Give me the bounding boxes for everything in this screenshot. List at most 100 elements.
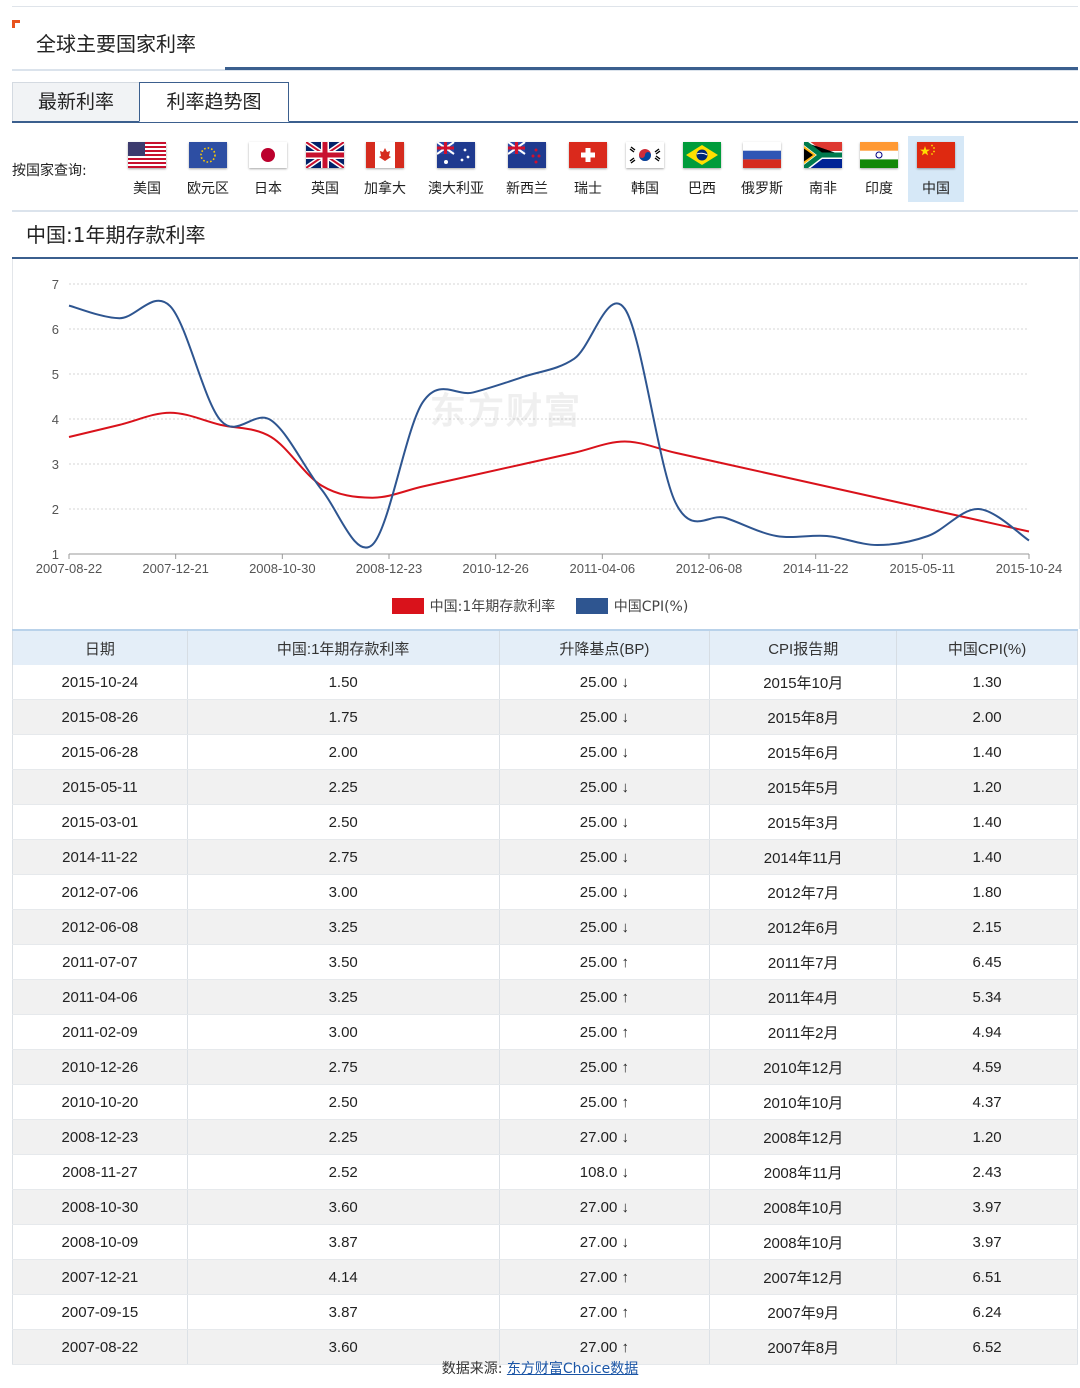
cell-cpi: 3.97 — [896, 1189, 1078, 1225]
cell-cpi: 1.40 — [896, 804, 1078, 840]
table-row: 2008-12-23 2.25 27.00 ↓ 2008年12月 1.20 — [12, 1119, 1078, 1155]
bp-value: 25.00 — [579, 813, 618, 831]
uk-flag-icon — [306, 142, 344, 168]
bp-value: 25.00 — [579, 708, 618, 726]
bp-value: 25.00 — [579, 883, 618, 901]
arrow-down-icon: ↓ — [617, 848, 630, 866]
country-option[interactable]: 欧元区 — [180, 136, 236, 202]
x-tick-label: 2007-12-21 — [142, 561, 209, 576]
bp-value: 25.00 — [579, 743, 618, 761]
arrow-up-icon: ↑ — [617, 1093, 630, 1111]
cell-cpi-period: 2014年11月 — [709, 839, 898, 875]
table-row: 2015-08-26 1.75 25.00 ↓ 2015年8月 2.00 — [12, 699, 1078, 735]
bp-value: 27.00 — [579, 1198, 618, 1216]
cell-bp: 25.00 ↓ — [498, 909, 711, 945]
x-tick-label: 2008-12-23 — [356, 561, 423, 576]
bp-value: 25.00 — [579, 673, 618, 691]
country-option[interactable]: 加拿大 — [357, 136, 413, 202]
country-option[interactable]: 英国 — [297, 136, 353, 202]
cell-cpi: 2.00 — [896, 699, 1078, 735]
table-header-row: 日期 中国:1年期存款利率 升降基点(BP) CPI报告期 中国CPI(%) — [12, 629, 1078, 665]
cell-rate: 2.00 — [186, 734, 500, 770]
jp-flag-icon — [249, 142, 287, 168]
country-option[interactable]: 巴西 — [674, 136, 730, 202]
country-name: 澳大利亚 — [428, 181, 484, 197]
cell-bp: 27.00 ↑ — [498, 1259, 711, 1295]
ch-flag-icon — [569, 142, 607, 168]
cell-rate: 1.75 — [186, 699, 500, 735]
table-row: 2010-12-26 2.75 25.00 ↑ 2010年12月 4.59 — [12, 1049, 1078, 1085]
cell-cpi: 1.20 — [896, 1119, 1078, 1155]
legend-label-rate: 中国:1年期存款利率 — [429, 599, 556, 615]
bp-value: 27.00 — [579, 1128, 618, 1146]
country-option[interactable]: 中国 — [908, 136, 964, 202]
source-link[interactable]: 东方财富Choice数据 — [507, 1361, 638, 1377]
arrow-up-icon: ↑ — [617, 1338, 630, 1356]
cell-rate: 2.25 — [186, 769, 500, 805]
cell-date: 2012-07-06 — [12, 874, 188, 910]
cell-cpi-period: 2010年12月 — [709, 1049, 898, 1085]
cell-cpi-period: 2015年8月 — [709, 699, 898, 735]
cell-cpi: 5.34 — [896, 979, 1078, 1015]
tab-latest-rates[interactable]: 最新利率 — [12, 82, 140, 121]
arrow-down-icon: ↓ — [617, 1233, 630, 1251]
country-option[interactable]: 俄罗斯 — [734, 136, 790, 202]
title-rule — [12, 67, 1078, 71]
cell-bp: 25.00 ↓ — [498, 769, 711, 805]
table-row: 2012-06-08 3.25 25.00 ↓ 2012年6月 2.15 — [12, 909, 1078, 945]
cell-date: 2010-10-20 — [12, 1084, 188, 1120]
cell-date: 2012-06-08 — [12, 909, 188, 945]
table-row: 2011-02-09 3.00 25.00 ↑ 2011年2月 4.94 — [12, 1014, 1078, 1050]
country-option[interactable]: 美国 — [119, 136, 175, 202]
x-tick-label: 2008-10-30 — [249, 561, 316, 576]
footer: 数据来源: 东方财富Choice数据 — [0, 1358, 1080, 1378]
rate-history-table: 日期 中国:1年期存款利率 升降基点(BP) CPI报告期 中国CPI(%) 2… — [12, 629, 1078, 1365]
table-row: 2015-06-28 2.00 25.00 ↓ 2015年6月 1.40 — [12, 734, 1078, 770]
bp-value: 25.00 — [579, 988, 618, 1006]
cell-bp: 25.00 ↓ — [498, 839, 711, 875]
bp-value: 25.00 — [579, 1058, 618, 1076]
x-tick-label: 2012-06-08 — [676, 561, 743, 576]
country-name: 加拿大 — [364, 181, 406, 197]
arrow-down-icon: ↓ — [617, 1198, 630, 1216]
country-option[interactable]: 新西兰 — [499, 136, 555, 202]
bp-value: 27.00 — [579, 1303, 618, 1321]
cell-rate: 3.25 — [186, 909, 500, 945]
legend-swatch-cpi — [575, 598, 608, 614]
table-row: 2008-11-27 2.52 108.0 ↓ 2008年11月 2.43 — [12, 1154, 1078, 1190]
cell-cpi: 1.80 — [896, 874, 1078, 910]
cell-rate: 3.00 — [186, 874, 500, 910]
table-row: 2011-04-06 3.25 25.00 ↑ 2011年4月 5.34 — [12, 979, 1078, 1015]
cell-date: 2011-07-07 — [12, 944, 188, 980]
th-bp: 升降基点(BP) — [498, 629, 711, 665]
cell-cpi: 1.40 — [896, 734, 1078, 770]
cell-rate: 3.60 — [186, 1189, 500, 1225]
in-flag-icon — [860, 142, 898, 168]
x-tick-label: 2011-04-06 — [570, 561, 636, 576]
cell-date: 2007-09-15 — [12, 1294, 188, 1330]
legend-item-rate[interactable]: 中国:1年期存款利率 — [391, 596, 556, 616]
arrow-down-icon: ↓ — [617, 813, 630, 831]
arrow-up-icon: ↑ — [617, 988, 630, 1006]
table-row: 2015-05-11 2.25 25.00 ↓ 2015年5月 1.20 — [12, 769, 1078, 805]
cell-cpi: 2.43 — [896, 1154, 1078, 1190]
cell-date: 2015-05-11 — [12, 769, 188, 805]
cell-bp: 25.00 ↑ — [498, 1014, 711, 1050]
cell-bp: 108.0 ↓ — [498, 1154, 711, 1190]
arrow-down-icon: ↓ — [617, 743, 630, 761]
page-title: 全球主要国家利率 — [36, 32, 196, 56]
arrow-up-icon: ↑ — [617, 1023, 630, 1041]
za-flag-icon — [804, 142, 842, 168]
legend-item-cpi[interactable]: 中国CPI(%) — [575, 596, 688, 616]
country-option[interactable]: 澳大利亚 — [428, 136, 484, 202]
tab-rate-trend[interactable]: 利率趋势图 — [139, 82, 289, 122]
cell-cpi-period: 2011年2月 — [709, 1014, 898, 1050]
bp-value: 25.00 — [579, 1023, 618, 1041]
table-row: 2007-12-21 4.14 27.00 ↑ 2007年12月 6.51 — [12, 1259, 1078, 1295]
cell-cpi: 6.24 — [896, 1294, 1078, 1330]
table-row: 2008-10-09 3.87 27.00 ↓ 2008年10月 3.97 — [12, 1224, 1078, 1260]
ru-flag-icon — [743, 142, 781, 168]
cell-bp: 25.00 ↑ — [498, 979, 711, 1015]
cell-bp: 27.00 ↓ — [498, 1189, 711, 1225]
cell-date: 2008-12-23 — [12, 1119, 188, 1155]
